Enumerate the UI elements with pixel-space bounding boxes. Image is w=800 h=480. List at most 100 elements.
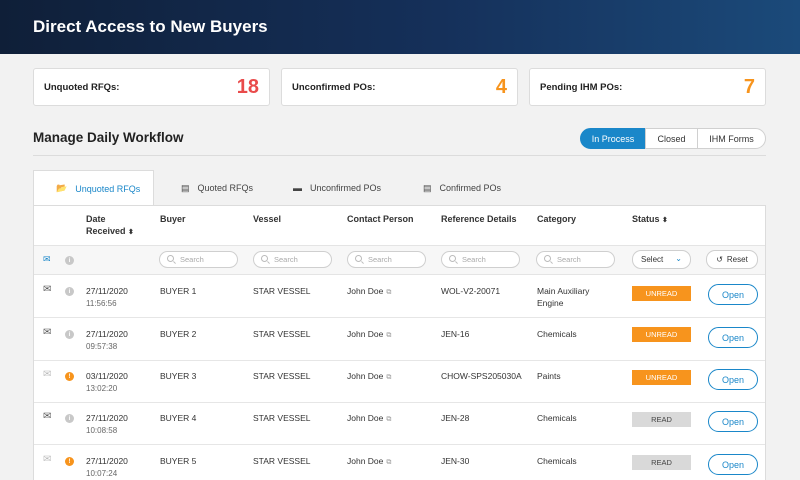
table-row[interactable]: ✉ i 27/11/2020 11:56:56 BUYER 1 STAR VES… — [34, 276, 765, 318]
sort-icon: ⬍ — [128, 229, 134, 236]
open-button[interactable]: Open — [708, 411, 758, 432]
cell-contact[interactable]: John Doe ⧉ — [347, 370, 391, 384]
envelope-icon: ✉ — [43, 369, 52, 380]
select-value: Select — [641, 255, 664, 264]
tab-label: Unconfirmed POs — [310, 183, 382, 193]
folder-icon: ▬ — [293, 183, 302, 193]
segment-in-process[interactable]: In Process — [580, 128, 646, 149]
cell-contact[interactable]: John Doe ⧉ — [347, 455, 391, 469]
table-row[interactable]: ✉ ! 03/11/2020 13:02:20 BUYER 3 STAR VES… — [34, 361, 765, 403]
header-text: Received — [86, 226, 126, 236]
status-select[interactable]: Select ⌄ — [632, 250, 691, 269]
cell-buyer: BUYER 4 — [160, 413, 197, 423]
column-header-vessel: Vessel — [253, 214, 282, 224]
info-icon: i — [65, 287, 74, 296]
stat-value: 7 — [743, 76, 755, 98]
open-button[interactable]: Open — [708, 369, 758, 390]
table-row[interactable]: ✉ i 27/11/2020 09:57:38 BUYER 2 STAR VES… — [34, 319, 765, 361]
column-header-date[interactable]: Date Received ⬍ — [86, 213, 134, 239]
search-input-vessel[interactable]: Search — [253, 251, 332, 268]
cell-contact[interactable]: John Doe ⧉ — [347, 285, 391, 299]
cell-time: 11:56:56 — [86, 299, 117, 308]
search-input-reference[interactable]: Search — [441, 251, 520, 268]
table-row[interactable]: ✉ ! 27/11/2020 10:07:24 BUYER 5 STAR VES… — [34, 446, 765, 480]
cell-time: 10:07:24 — [86, 469, 118, 478]
open-button[interactable]: Open — [708, 284, 758, 305]
stat-card-unconfirmed-pos[interactable]: Unconfirmed POs: 4 — [281, 68, 518, 106]
search-input-buyer[interactable]: Search — [159, 251, 238, 268]
search-icon — [261, 255, 268, 262]
envelope-icon: ✉ — [43, 284, 52, 295]
page-title: Direct Access to New Buyers — [33, 17, 268, 36]
stat-value: 18 — [236, 76, 259, 98]
search-icon — [355, 255, 362, 262]
segment-ihm-forms[interactable]: IHM Forms — [697, 128, 766, 149]
cell-buyer: BUYER 5 — [160, 456, 197, 466]
cell-buyer: BUYER 2 — [160, 329, 197, 339]
cell-buyer: BUYER 3 — [160, 371, 197, 381]
cell-category: Chemicals — [537, 456, 577, 466]
tab-unquoted-rfqs[interactable]: 📂 Unquoted RFQs — [33, 170, 154, 206]
envelope-icon: ✉ — [43, 411, 52, 422]
tab-bar: 📂 Unquoted RFQs ▤ Quoted RFQs ▬ Unconfir… — [33, 170, 766, 206]
cell-vessel: STAR VESSEL — [253, 329, 311, 339]
cell-reference: CHOW-SPS205030A — [441, 371, 522, 381]
cell-category: Paints — [537, 371, 561, 381]
header-text: Status — [632, 214, 660, 224]
search-placeholder: Search — [557, 255, 581, 264]
tab-confirmed-pos[interactable]: ▤ Confirmed POs — [423, 170, 523, 206]
section-title: Manage Daily Workflow — [33, 130, 184, 145]
search-placeholder: Search — [180, 255, 204, 264]
tab-unconfirmed-pos[interactable]: ▬ Unconfirmed POs — [293, 170, 413, 206]
info-icon: i — [65, 256, 74, 265]
contact-name: John Doe — [347, 413, 384, 423]
cell-reference: JEN-16 — [441, 329, 470, 339]
column-header-status[interactable]: Status ⬍ — [632, 213, 668, 227]
column-header-reference: Reference Details — [441, 214, 517, 224]
column-header-contact: Contact Person — [347, 214, 414, 224]
divider — [33, 155, 766, 156]
search-placeholder: Search — [462, 255, 486, 264]
stat-label: Pending IHM POs: — [540, 82, 623, 93]
top-banner: Direct Access to New Buyers — [0, 0, 800, 54]
search-input-contact[interactable]: Search — [347, 251, 426, 268]
external-link-icon[interactable]: ⧉ — [386, 374, 391, 381]
cell-reference: JEN-28 — [441, 413, 470, 423]
cell-time: 10:08:58 — [86, 426, 118, 435]
cell-contact[interactable]: John Doe ⧉ — [347, 328, 391, 342]
reset-button[interactable]: ↺ Reset — [706, 250, 758, 269]
search-input-category[interactable]: Search — [536, 251, 615, 268]
reset-icon: ↺ — [716, 255, 723, 264]
segment-closed[interactable]: Closed — [645, 128, 698, 149]
status-badge: UNREAD — [632, 327, 691, 342]
contact-name: John Doe — [347, 329, 384, 339]
cell-vessel: STAR VESSEL — [253, 413, 311, 423]
folder-open-icon: 📂 — [56, 183, 68, 193]
external-link-icon[interactable]: ⧉ — [386, 289, 391, 296]
search-icon — [449, 255, 456, 262]
external-link-icon[interactable]: ⧉ — [386, 332, 391, 339]
table-row[interactable]: ✉ i 27/11/2020 10:08:58 BUYER 4 STAR VES… — [34, 403, 765, 445]
external-link-icon[interactable]: ⧉ — [386, 416, 391, 423]
document-icon: ▤ — [181, 182, 190, 193]
info-icon: i — [65, 414, 74, 423]
status-badge: UNREAD — [632, 286, 691, 301]
tab-quoted-rfqs[interactable]: ▤ Quoted RFQs — [181, 170, 281, 206]
stat-card-unquoted-rfqs[interactable]: Unquoted RFQs: 18 — [33, 68, 270, 106]
search-icon — [544, 255, 551, 262]
contact-name: John Doe — [347, 286, 384, 296]
contact-name: John Doe — [347, 371, 384, 381]
cell-category: Chemicals — [537, 329, 577, 339]
cell-contact[interactable]: John Doe ⧉ — [347, 412, 391, 426]
tab-label: Unquoted RFQs — [75, 183, 141, 194]
tab-label: Confirmed POs — [439, 183, 502, 193]
external-link-icon[interactable]: ⧉ — [386, 459, 391, 466]
stat-card-pending-ihm-pos[interactable]: Pending IHM POs: 7 — [529, 68, 766, 106]
cell-reference: JEN-30 — [441, 456, 470, 466]
status-badge: READ — [632, 412, 691, 427]
cell-buyer: BUYER 1 — [160, 286, 197, 296]
search-placeholder: Search — [368, 255, 392, 264]
open-button[interactable]: Open — [708, 327, 758, 348]
cell-time: 13:02:20 — [86, 384, 118, 393]
open-button[interactable]: Open — [708, 454, 758, 475]
